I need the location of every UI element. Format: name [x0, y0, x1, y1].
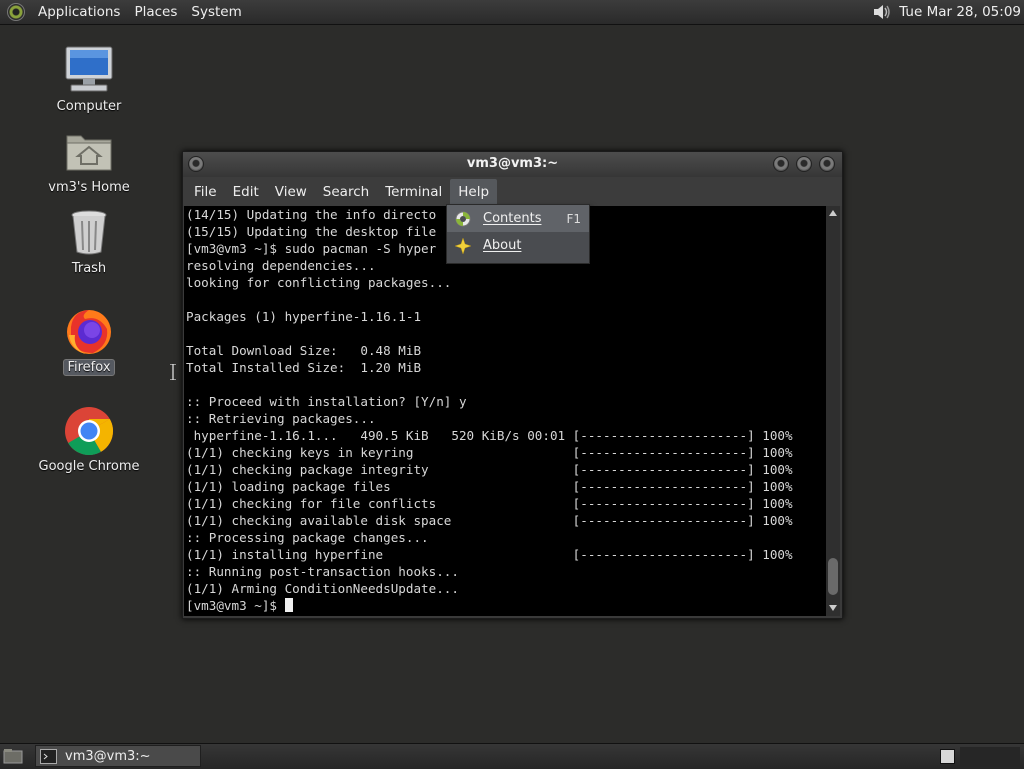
firefox-icon [63, 305, 115, 357]
menu-help[interactable]: Help [450, 178, 498, 205]
terminal-menubar: File Edit View Search Terminal Help [183, 177, 842, 206]
terminal-line: (1/1) checking for file conflicts [-----… [186, 496, 793, 511]
terminal-line: Total Download Size: 0.48 MiB [186, 343, 422, 358]
terminal-line: hyperfine-1.16.1... 490.5 KiB 520 KiB/s … [186, 428, 793, 443]
terminal-line: (1/1) checking keys in keyring [--------… [186, 445, 793, 460]
terminal-line: (1/1) checking available disk space [---… [186, 513, 793, 528]
desktop-icon-label: Trash [71, 261, 107, 276]
show-desktop-icon[interactable] [3, 748, 23, 765]
home-folder-icon [63, 126, 115, 178]
terminal-line: (1/1) installing hyperfine [------------… [186, 547, 793, 562]
minimize-button[interactable] [773, 156, 789, 172]
chrome-icon [63, 405, 115, 457]
help-contents-shortcut: F1 [566, 211, 581, 226]
applications-menu[interactable]: Applications [31, 4, 127, 20]
terminal-line: [vm3@vm3 ~]$ [184, 597, 826, 614]
terminal-output[interactable]: (14/15) Updating the info directo (15/15)… [184, 206, 826, 616]
scroll-down-arrow-icon[interactable] [829, 605, 837, 611]
desktop-icon-label: vm3's Home [48, 180, 130, 195]
about-star-icon [454, 236, 472, 255]
text-cursor-icon [170, 363, 176, 381]
terminal-line: (1/1) Arming ConditionNeedsUpdate... [186, 581, 459, 596]
desktop-icon-firefox[interactable]: Firefox [34, 305, 144, 376]
terminal-line: looking for conflicting packages... [186, 275, 452, 290]
places-menu[interactable]: Places [127, 4, 184, 20]
desktop-icon-computer[interactable]: Computer [34, 45, 144, 114]
help-about-item[interactable]: About [447, 232, 589, 259]
close-button[interactable] [819, 156, 835, 172]
taskbar-terminal-label: vm3@vm3:~ [65, 748, 151, 764]
terminal-line: (1/1) loading package files [-----------… [186, 479, 793, 494]
terminal-line: :: Running post-transaction hooks... [186, 564, 459, 579]
clock[interactable]: Tue Mar 28, 05:09 [899, 4, 1024, 20]
menu-file[interactable]: File [186, 179, 225, 205]
terminal-icon [40, 748, 57, 764]
terminal-line: :: Retrieving packages... [186, 411, 376, 426]
terminal-line: Total Installed Size: 1.20 MiB [186, 360, 422, 375]
maximize-button[interactable] [796, 156, 812, 172]
desktop-icon-label: Firefox [63, 359, 115, 376]
terminal-cursor [284, 598, 293, 612]
taskbar-terminal-button[interactable]: vm3@vm3:~ [35, 745, 201, 767]
top-panel: Applications Places System Tue Mar 28, 0… [0, 0, 1024, 25]
bottom-panel: vm3@vm3:~ [0, 743, 1024, 769]
help-contents-label: Contents [483, 211, 542, 226]
system-menu[interactable]: System [184, 4, 248, 20]
computer-icon [63, 45, 115, 97]
help-lifebuoy-icon [455, 211, 471, 227]
volume-icon[interactable] [871, 2, 893, 22]
scroll-up-arrow-icon[interactable] [829, 210, 837, 216]
help-contents-item[interactable]: Contents F1 [447, 205, 589, 232]
workspace-switcher-2[interactable] [960, 747, 1020, 767]
terminal-line: Packages (1) hyperfine-1.16.1-1 [186, 309, 422, 324]
scrollbar-thumb[interactable] [828, 558, 838, 595]
desktop-icon-label: Computer [56, 99, 122, 114]
window-titlebar[interactable]: vm3@vm3:~ [183, 152, 842, 177]
main-menu-logo-icon[interactable] [7, 3, 25, 21]
menu-edit[interactable]: Edit [225, 179, 267, 205]
terminal-line: :: Proceed with installation? [Y/n] y [186, 394, 467, 409]
menu-terminal[interactable]: Terminal [377, 179, 450, 205]
desktop-icon-chrome[interactable]: Google Chrome [34, 405, 144, 474]
desktop-icon-home[interactable]: vm3's Home [34, 126, 144, 195]
menu-search[interactable]: Search [315, 179, 377, 205]
terminal-line: (1/1) checking package integrity [------… [186, 462, 793, 477]
workspace-switcher-1[interactable] [940, 749, 955, 764]
help-dropdown-menu: Contents F1 About [446, 204, 590, 264]
window-title: vm3@vm3:~ [466, 156, 559, 171]
desktop-icon-trash[interactable]: Trash [34, 207, 144, 276]
trash-icon [63, 207, 115, 259]
desktop-icon-label: Google Chrome [38, 459, 140, 474]
terminal-line: :: Processing package changes... [186, 530, 429, 545]
menu-view[interactable]: View [267, 179, 315, 205]
terminal-scrollbar[interactable] [826, 206, 840, 616]
help-about-label: About [483, 238, 522, 253]
